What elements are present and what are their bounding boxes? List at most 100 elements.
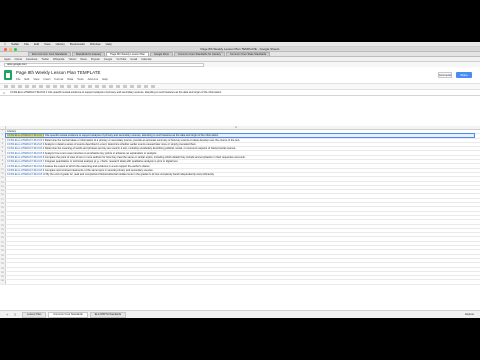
- row-number[interactable]: 22: [0, 220, 6, 224]
- doc-menu-item[interactable]: Tools: [77, 77, 84, 81]
- comments-button[interactable]: Comments: [438, 72, 452, 78]
- sheets-logo-icon[interactable]: [4, 70, 12, 80]
- percent-format-icon[interactable]: [39, 85, 43, 88]
- bookmark-item[interactable]: Apple: [4, 58, 11, 61]
- bookmark-item[interactable]: Popular: [91, 58, 100, 61]
- grid-cell[interactable]: Literacy: [6, 130, 474, 133]
- doc-menu-item[interactable]: Add-ons: [88, 77, 98, 81]
- row-number[interactable]: 28: [0, 246, 6, 250]
- align-icon[interactable]: [109, 85, 113, 88]
- bookmark-item[interactable]: Yahoo!: [68, 58, 76, 61]
- insert-comment-icon[interactable]: [130, 85, 134, 88]
- browser-tab[interactable]: Page 8th Weekly Lesson Plan: [106, 52, 149, 56]
- doc-title[interactable]: Page 8th Weekly Lesson Plan TEMPLATE: [16, 70, 108, 75]
- row-number[interactable]: 23: [0, 224, 6, 228]
- mac-menu-item[interactable]: Bookmarks: [70, 42, 85, 46]
- row-number[interactable]: 27: [0, 241, 6, 246]
- row-number[interactable]: 34: [0, 271, 6, 276]
- bookmark-item[interactable]: Twitter: [41, 58, 49, 61]
- row-number[interactable]: 30: [0, 254, 6, 258]
- row-number[interactable]: 14: [0, 185, 6, 190]
- bookmark-item[interactable]: Google: [104, 58, 112, 61]
- browser-tab[interactable]: Common Core Standards for Literacy: [173, 52, 225, 56]
- row-number[interactable]: 18: [0, 203, 6, 207]
- grid-cell[interactable]: CCSS.ELA-LITERACY.RH.6-8.6 Compare the p…: [6, 156, 474, 159]
- undo-icon[interactable]: [11, 85, 15, 88]
- grid-cell[interactable]: CCSS.ELA-LITERACY.RH.6-8.4 Determine the…: [6, 147, 474, 150]
- borders-icon[interactable]: [95, 85, 99, 88]
- grid-cell[interactable]: CCSS.ELA-LITERACY.RH.6-8.3 Analyze in de…: [6, 143, 474, 146]
- grid-cell[interactable]: CCSS.ELA-LITERACY.RH.6-8.5 Analyze how a…: [6, 152, 474, 155]
- wrap-icon[interactable]: [116, 85, 120, 88]
- doc-menu-item[interactable]: View: [33, 77, 39, 81]
- mac-menu-item[interactable]: File: [24, 42, 29, 46]
- insert-link-icon[interactable]: [123, 85, 127, 88]
- browser-tab[interactable]: ELA Common Core Standards: [28, 52, 71, 56]
- mac-menu-item[interactable]: Safari: [11, 42, 19, 46]
- doc-menu-item[interactable]: Data: [67, 77, 73, 81]
- print-icon[interactable]: [4, 85, 8, 88]
- share-button[interactable]: Share: [456, 72, 472, 78]
- grid-cell[interactable]: CCSS.ELA-LITERACY.RH.6-8.2 Determine the…: [6, 139, 474, 142]
- bold-icon[interactable]: [60, 85, 64, 88]
- bookmark-item[interactable]: Calendar: [141, 58, 152, 61]
- italic-icon[interactable]: [67, 85, 71, 88]
- mac-menu-item[interactable]: Help: [106, 42, 112, 46]
- row-number[interactable]: 12: [0, 177, 6, 181]
- fill-color-icon[interactable]: [88, 85, 92, 88]
- row-number[interactable]: 20: [0, 211, 6, 215]
- row-number[interactable]: 21: [0, 215, 6, 220]
- close-window-icon[interactable]: [4, 48, 7, 51]
- all-sheets-icon[interactable]: ≡: [14, 312, 20, 317]
- row-number[interactable]: 26: [0, 237, 6, 241]
- mac-menu-item[interactable]: Edit: [34, 42, 39, 46]
- merge-cells-icon[interactable]: [102, 85, 106, 88]
- font-size-icon[interactable]: [53, 85, 57, 88]
- filter-icon[interactable]: [144, 85, 148, 88]
- paint-format-icon[interactable]: [25, 85, 29, 88]
- row-number[interactable]: 19: [0, 207, 6, 211]
- doc-menu-item[interactable]: Insert: [43, 77, 50, 81]
- grid-cell[interactable]: CCSS.ELA-LITERACY.RH.6-8.10 By the end o…: [6, 173, 474, 176]
- bookmark-item[interactable]: Wikipedia: [53, 58, 64, 61]
- browser-tab[interactable]: Standards for Literacy: [71, 52, 106, 56]
- browser-tab[interactable]: Common Core State Standards: [225, 52, 271, 56]
- grid-cell[interactable]: CCSS.ELA-LITERACY.RH.6-8.9 Compare and c…: [6, 169, 474, 172]
- add-sheet-icon[interactable]: +: [6, 312, 12, 317]
- url-field[interactable]: docs.google.com: [4, 62, 204, 67]
- row-number[interactable]: 13: [0, 181, 6, 185]
- minimize-window-icon[interactable]: [9, 48, 12, 51]
- row-number[interactable]: 35: [0, 276, 6, 280]
- doc-menu-item[interactable]: File: [16, 77, 21, 81]
- font-select-icon[interactable]: [46, 85, 50, 88]
- bookmark-item[interactable]: Gmail: [130, 58, 137, 61]
- doc-menu-item[interactable]: Edit: [25, 77, 30, 81]
- explore-button[interactable]: Explore: [465, 313, 474, 316]
- currency-format-icon[interactable]: [32, 85, 36, 88]
- row-number[interactable]: 31: [0, 258, 6, 263]
- grid-cell[interactable]: CCSS.ELA-LITERACY.RH.6-8.7 Integrate qua…: [6, 160, 474, 163]
- bookmark-item[interactable]: iCloud: [15, 58, 22, 61]
- insert-chart-icon[interactable]: [137, 85, 141, 88]
- text-color-icon[interactable]: [81, 85, 85, 88]
- doc-menu-item[interactable]: Help: [102, 77, 108, 81]
- mac-menu-item[interactable]: Window: [90, 42, 101, 46]
- strikethrough-icon[interactable]: [74, 85, 78, 88]
- sheet-tab[interactable]: Common Core Standards: [48, 311, 88, 318]
- row-number[interactable]: 17: [0, 198, 6, 203]
- formula-input[interactable]: CCSS.ELA-LITERACY.RH.6-8.1 Cite specific…: [10, 91, 222, 94]
- row-number[interactable]: 32: [0, 263, 6, 267]
- bookmark-item[interactable]: News: [80, 58, 87, 61]
- column-header-a[interactable]: A: [6, 126, 466, 129]
- row-number[interactable]: 24: [0, 228, 6, 233]
- row-number[interactable]: 33: [0, 267, 6, 271]
- sheet-tab[interactable]: Lesson Plan: [22, 311, 47, 318]
- bookmark-item[interactable]: Facebook: [26, 58, 37, 61]
- grid-cell[interactable]: CCSS.ELA-LITERACY.RH.6-8.1 Cite specific…: [5, 133, 475, 139]
- row-number[interactable]: 16: [0, 194, 6, 198]
- row-number[interactable]: 36: [0, 280, 6, 284]
- doc-menu-item[interactable]: Format: [54, 77, 63, 81]
- row-number[interactable]: 29: [0, 250, 6, 254]
- functions-icon[interactable]: [151, 85, 155, 88]
- browser-tab[interactable]: Google Drive: [149, 52, 173, 56]
